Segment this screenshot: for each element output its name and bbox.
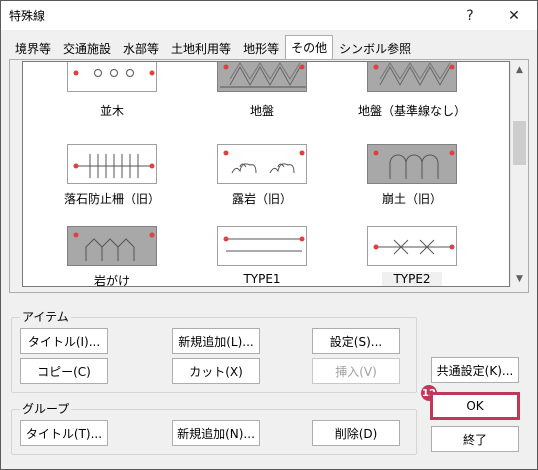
line-preview-jiban-no-base (367, 62, 457, 92)
group-title-button[interactable]: タイトル(T)... (20, 420, 108, 446)
dialog-window: 特殊線 ? ✕ 境界等 交通施設 水部等 土地利用等 地形等 その他 シンボル参… (0, 0, 538, 470)
item-title-button[interactable]: タイトル(I)... (20, 328, 108, 354)
line-preview-gangake (67, 226, 157, 266)
scrollbar-thumb[interactable] (513, 121, 526, 165)
line-item-label: 岩がけ (93, 274, 130, 287)
item-add-new-button[interactable]: 新規追加(L)... (172, 328, 260, 354)
line-preview-jiban (217, 62, 307, 92)
group-delete-button[interactable]: 削除(D) (312, 420, 400, 446)
line-preview-rakuseki (67, 144, 157, 184)
line-item-jiban-no-base[interactable]: 地盤（基準線なし） (337, 62, 487, 122)
tab-symbol-ref[interactable]: シンボル参照 (333, 37, 417, 59)
line-item-rogan[interactable]: 露岩（旧） (187, 142, 337, 206)
line-preview-houdo (367, 144, 457, 184)
window-title: 特殊線 (9, 9, 46, 23)
line-item-label: 並木 (99, 104, 124, 118)
scroll-down-arrow-icon[interactable]: ▼ (511, 270, 528, 287)
line-preview-type2 (367, 226, 457, 266)
line-item-label: 露岩（旧） (231, 192, 292, 206)
line-item-gangake[interactable]: 岩がけ (37, 224, 187, 286)
item-group-legend: アイテム (20, 310, 71, 324)
line-item-jiban[interactable]: 地盤 (187, 62, 337, 122)
line-style-grid: 並木 地盤 地盤（基準線なし） 落石防止柵（旧） 露岩（旧） 崩土（旧） 岩がけ… (22, 61, 510, 287)
tab-other[interactable]: その他 (285, 35, 334, 59)
item-group: アイテム タイトル(I)... 新規追加(L)... 設定(S)... コピー(… (11, 310, 417, 393)
tab-traffic[interactable]: 交通施設 (57, 37, 117, 59)
group-group-legend: グループ (20, 402, 72, 416)
group-group: グループ タイトル(T)... 新規追加(N)... 削除(D) (11, 402, 417, 455)
common-settings-button[interactable]: 共通設定(K)... (431, 357, 519, 383)
help-button[interactable]: ? (449, 1, 491, 30)
finish-button[interactable]: 終了 (431, 426, 519, 452)
line-item-houdo[interactable]: 崩土（旧） (337, 142, 487, 206)
item-cut-button[interactable]: カット(X) (172, 358, 260, 384)
line-item-namiki[interactable]: 並木 (37, 62, 187, 122)
title-bar: 特殊線 ? ✕ (1, 1, 537, 30)
item-insert-button[interactable]: 挿入(V) (312, 358, 400, 384)
line-preview-type1 (217, 226, 307, 266)
line-preview-rogan (217, 144, 307, 184)
item-copy-button[interactable]: コピー(C) (20, 358, 108, 384)
close-button[interactable]: ✕ (493, 1, 535, 30)
tab-terrain[interactable]: 地形等 (237, 37, 285, 59)
tab-land-use[interactable]: 土地利用等 (165, 37, 237, 59)
item-settings-button[interactable]: 設定(S)... (312, 328, 400, 354)
group-add-new-button[interactable]: 新規追加(N)... (172, 420, 260, 446)
tab-bar: 境界等 交通施設 水部等 土地利用等 地形等 その他 シンボル参照 (9, 35, 417, 59)
line-item-label: 崩土（旧） (381, 192, 442, 206)
vertical-scrollbar[interactable]: ▲ ▼ (510, 61, 527, 287)
tab-panel-other: 並木 地盤 地盤（基準線なし） 落石防止柵（旧） 露岩（旧） 崩土（旧） 岩がけ… (9, 59, 529, 293)
line-item-type2[interactable]: TYPE2 (337, 224, 487, 286)
ok-button[interactable]: OK (431, 393, 519, 419)
line-item-label: 地盤（基準線なし） (357, 104, 466, 118)
scroll-up-arrow-icon[interactable]: ▲ (511, 61, 528, 78)
tab-boundary[interactable]: 境界等 (9, 37, 57, 59)
line-preview-namiki (67, 62, 157, 92)
line-item-type1[interactable]: TYPE1 (187, 224, 337, 286)
line-item-label: TYPE1 (243, 272, 281, 286)
line-item-label: 地盤 (249, 104, 274, 118)
line-item-label: 落石防止柵（旧） (63, 192, 160, 206)
line-item-rakuseki[interactable]: 落石防止柵（旧） (37, 142, 187, 206)
line-item-label: TYPE2 (382, 272, 442, 286)
tab-water[interactable]: 水部等 (117, 37, 165, 59)
